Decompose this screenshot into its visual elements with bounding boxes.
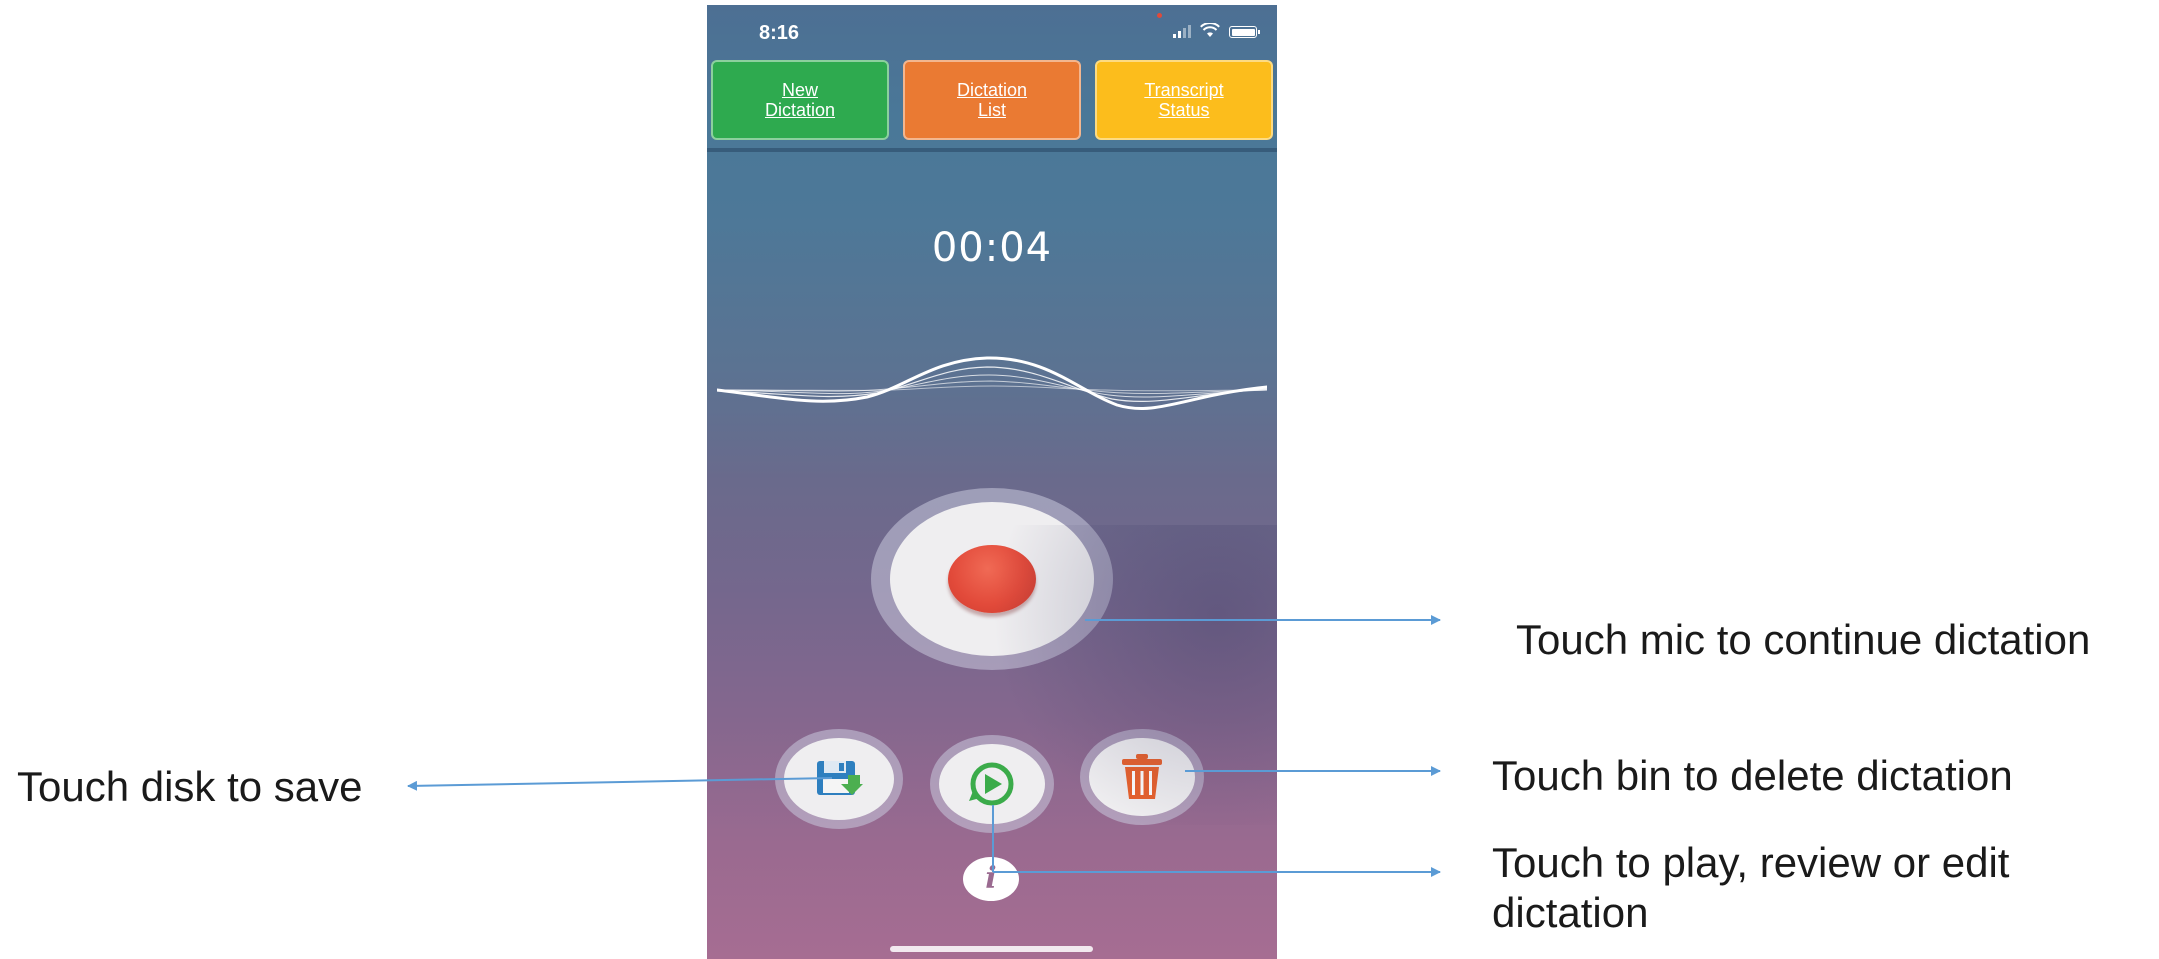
audio-waveform (717, 356, 1267, 410)
status-icons (1173, 23, 1260, 38)
battery-icon (1229, 26, 1260, 38)
nav-divider (707, 148, 1277, 152)
home-indicator[interactable] (890, 946, 1093, 952)
recording-indicator-dot (1157, 13, 1162, 18)
info-icon: i (985, 861, 997, 896)
transcript-status-tab[interactable]: Transcript Status (1095, 60, 1273, 140)
dictation-list-tab[interactable]: Dictation List (903, 60, 1081, 140)
info-button[interactable]: i (963, 857, 1019, 901)
trash-bin-icon (1122, 754, 1162, 799)
save-button[interactable] (775, 729, 903, 829)
play-review-button[interactable] (930, 735, 1054, 833)
annotation-mic: Touch mic to continue dictation (1516, 616, 2091, 663)
annotation-play: Touch to play, review or edit dictation (1492, 839, 2010, 936)
cellular-signal-icon (1173, 24, 1191, 38)
new-dictation-label: New Dictation (764, 80, 836, 120)
record-dot-icon (948, 545, 1036, 613)
phone-screen: 8:16 New Dictation Dictation List Transc… (707, 5, 1277, 959)
record-button-face (890, 502, 1094, 656)
status-time: 8:16 (759, 22, 800, 44)
play-review-icon (969, 762, 1014, 806)
annotation-bin: Touch bin to delete dictation (1492, 752, 2013, 799)
floppy-disk-icon (817, 761, 863, 795)
record-mic-button[interactable] (871, 488, 1113, 670)
dictation-list-label: Dictation List (956, 80, 1028, 120)
wifi-icon (1200, 23, 1220, 37)
delete-button[interactable] (1080, 729, 1204, 825)
new-dictation-tab[interactable]: New Dictation (711, 60, 889, 140)
annotation-save: Touch disk to save (17, 763, 363, 810)
nav-bar: New Dictation Dictation List Transcript … (707, 55, 1277, 151)
transcript-status-label: Transcript Status (1144, 80, 1224, 120)
recording-timer: 00:04 (931, 225, 1053, 271)
